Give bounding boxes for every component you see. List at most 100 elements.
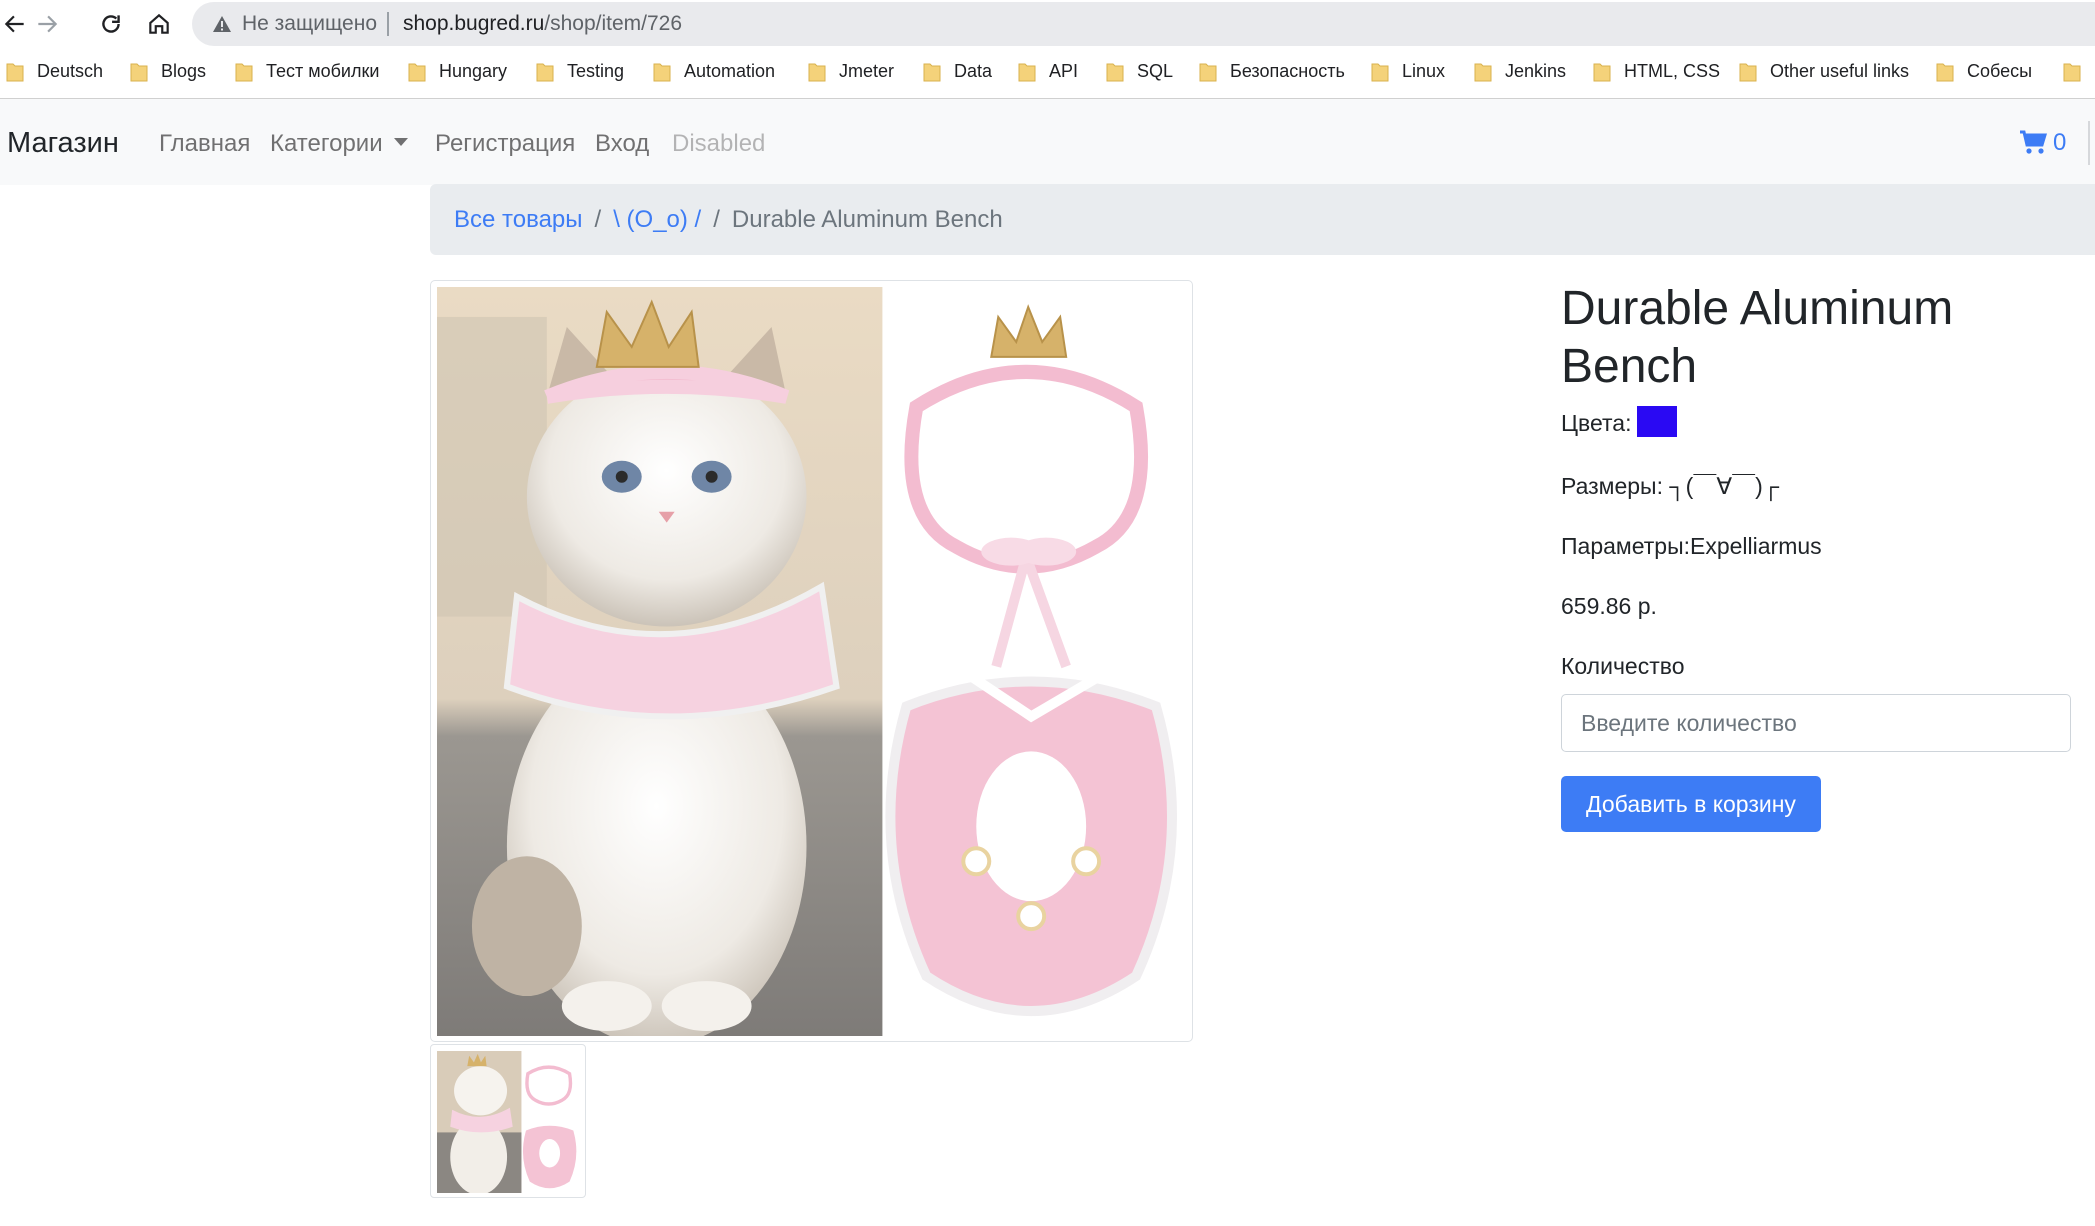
reload-icon — [102, 15, 120, 33]
nav-link-login[interactable]: Вход — [595, 130, 649, 158]
bookmark-label: Testing — [567, 60, 625, 81]
product-colors: Цвета: — [1561, 406, 1678, 440]
quantity-input[interactable] — [1561, 694, 2071, 752]
bookmark-folder[interactable]: Automation — [653, 57, 775, 85]
breadcrumb-separator: / — [713, 205, 720, 233]
folder-icon — [1936, 61, 1954, 82]
bookmark-label: Безопасность — [1230, 60, 1345, 81]
brand-logo[interactable]: Магазин — [7, 126, 119, 160]
add-to-cart-button[interactable]: Добавить в корзину — [1561, 776, 1821, 832]
nav-link-disabled: Disabled — [672, 130, 766, 157]
url-text: shop.bugred.ru/shop/item/726 — [403, 12, 682, 36]
forward-arrow-icon — [38, 15, 58, 33]
forward-button[interactable] — [32, 9, 62, 39]
nav-link-home[interactable]: Главная — [159, 130, 250, 158]
bookmark-label: API — [1049, 60, 1079, 81]
caret-down-icon — [393, 137, 408, 146]
product-params: Параметры:Expelliarmus — [1561, 532, 1822, 560]
folder-icon — [1199, 61, 1217, 82]
reload-button[interactable] — [96, 9, 126, 39]
thumbnail-photo — [437, 1051, 579, 1193]
bookmark-label: Тест мобилки — [266, 60, 380, 81]
bookmark-label: Other useful links — [1770, 60, 1910, 81]
bookmark-folder[interactable]: Hungary — [408, 57, 507, 85]
bookmark-folder[interactable]: Linux — [1371, 57, 1445, 85]
bookmark-label: Linux — [1402, 60, 1446, 81]
browser-chrome: Не защищено shop.bugred.ru/shop/item/726… — [0, 0, 2095, 99]
shopping-cart-icon — [2020, 130, 2047, 154]
nav-categories-label: Категории — [270, 130, 383, 157]
product-thumbnail[interactable] — [430, 1044, 586, 1198]
back-button[interactable] — [0, 9, 30, 39]
quantity-label: Количество — [1561, 653, 1685, 679]
folder-icon — [653, 61, 671, 82]
bookmarks-bar: Deutsch Blogs Тест мобилки Hungary Testi… — [0, 53, 2095, 89]
bookmark-label: Data — [954, 60, 993, 81]
folder-icon — [235, 61, 253, 82]
url-path: /shop/item/726 — [544, 12, 683, 35]
bookmark-label: Собесы — [1967, 60, 2033, 81]
nav-dropdown-categories[interactable]: Категории — [270, 130, 408, 158]
product-main-image — [430, 280, 1193, 1042]
bookmark-folder[interactable]: Deutsch — [6, 57, 103, 85]
folder-icon — [1474, 61, 1492, 82]
back-arrow-icon — [4, 15, 24, 33]
bookmark-folder[interactable]: SQL — [1106, 57, 1173, 85]
bookmark-folder[interactable]: API — [1018, 57, 1078, 85]
address-bar[interactable]: Не защищено shop.bugred.ru/shop/item/726 — [192, 2, 2095, 46]
folder-icon — [1018, 61, 1036, 82]
security-label: Не защищено — [242, 12, 377, 35]
bookmark-folder[interactable]: Jenkins — [1474, 57, 1566, 85]
bookmark-label: Jenkins — [1505, 60, 1567, 81]
cart-button[interactable]: 0 — [2019, 128, 2066, 158]
address-row: Не защищено shop.bugred.ru/shop/item/726 — [0, 0, 2095, 48]
bookmark-label: Automation — [684, 60, 776, 81]
folder-icon — [1106, 61, 1124, 82]
bookmark-folder[interactable]: HTML, CSS — [1593, 57, 1720, 85]
site-navbar: Магазин Главная Категории Регистрация Вх… — [0, 99, 2095, 185]
color-swatch[interactable] — [1637, 406, 1678, 438]
colors-label: Цвета: — [1561, 410, 1632, 436]
folder-icon — [130, 61, 148, 82]
bookmark-folder-overflow[interactable] — [2063, 57, 2094, 85]
warning-icon — [213, 16, 231, 32]
bookmark-label: HTML, CSS — [1624, 60, 1721, 81]
product-title: Durable Aluminum Bench — [1561, 282, 1954, 393]
bookmark-label: Jmeter — [839, 60, 895, 81]
product-photo — [437, 287, 1186, 1036]
params-value: Expelliarmus — [1690, 533, 1822, 559]
breadcrumb-category[interactable]: \ (O_o) / — [613, 206, 701, 234]
bookmark-label: Deutsch — [37, 60, 104, 81]
folder-icon — [536, 61, 554, 82]
bookmark-folder[interactable]: Other useful links — [1739, 57, 1909, 85]
product-sizes: Размеры: ┐(￣∀￣)┌ — [1561, 472, 1779, 500]
folder-icon — [1739, 61, 1757, 82]
bookmark-folder[interactable]: Собесы — [1936, 57, 2032, 85]
home-button[interactable] — [144, 9, 174, 39]
breadcrumb: Все товары / \ (O_o) / / Durable Aluminu… — [430, 184, 2095, 255]
bookmark-folder[interactable]: Тест мобилки — [235, 57, 379, 85]
breadcrumb-all-items[interactable]: Все товары — [454, 206, 583, 234]
bookmark-folder[interactable]: Безопасность — [1199, 57, 1345, 85]
bookmark-folder[interactable]: Testing — [536, 57, 624, 85]
nav-link-register[interactable]: Регистрация — [435, 130, 575, 158]
url-host: shop.bugred.ru — [403, 12, 545, 35]
folder-icon — [6, 61, 24, 82]
breadcrumb-separator: / — [594, 205, 602, 233]
product-price: 659.86 р. — [1561, 593, 1657, 619]
bookmark-folder[interactable]: Blogs — [130, 57, 206, 85]
bookmark-label: Blogs — [161, 60, 207, 81]
folder-icon — [1371, 61, 1389, 82]
folder-icon — [408, 61, 426, 82]
folder-icon — [2063, 61, 2081, 82]
home-icon — [149, 13, 169, 34]
params-label: Параметры: — [1561, 533, 1690, 559]
cart-count: 0 — [2053, 129, 2067, 156]
breadcrumb-current: Durable Aluminum Bench — [731, 205, 1003, 233]
folder-icon — [1593, 61, 1611, 82]
navbar-divider — [2088, 121, 2090, 165]
bookmark-folder[interactable]: Data — [923, 57, 992, 85]
bookmark-folder[interactable]: Jmeter — [808, 57, 894, 85]
folder-icon — [808, 61, 826, 82]
product-info: Durable Aluminum Bench — [1561, 280, 2071, 396]
